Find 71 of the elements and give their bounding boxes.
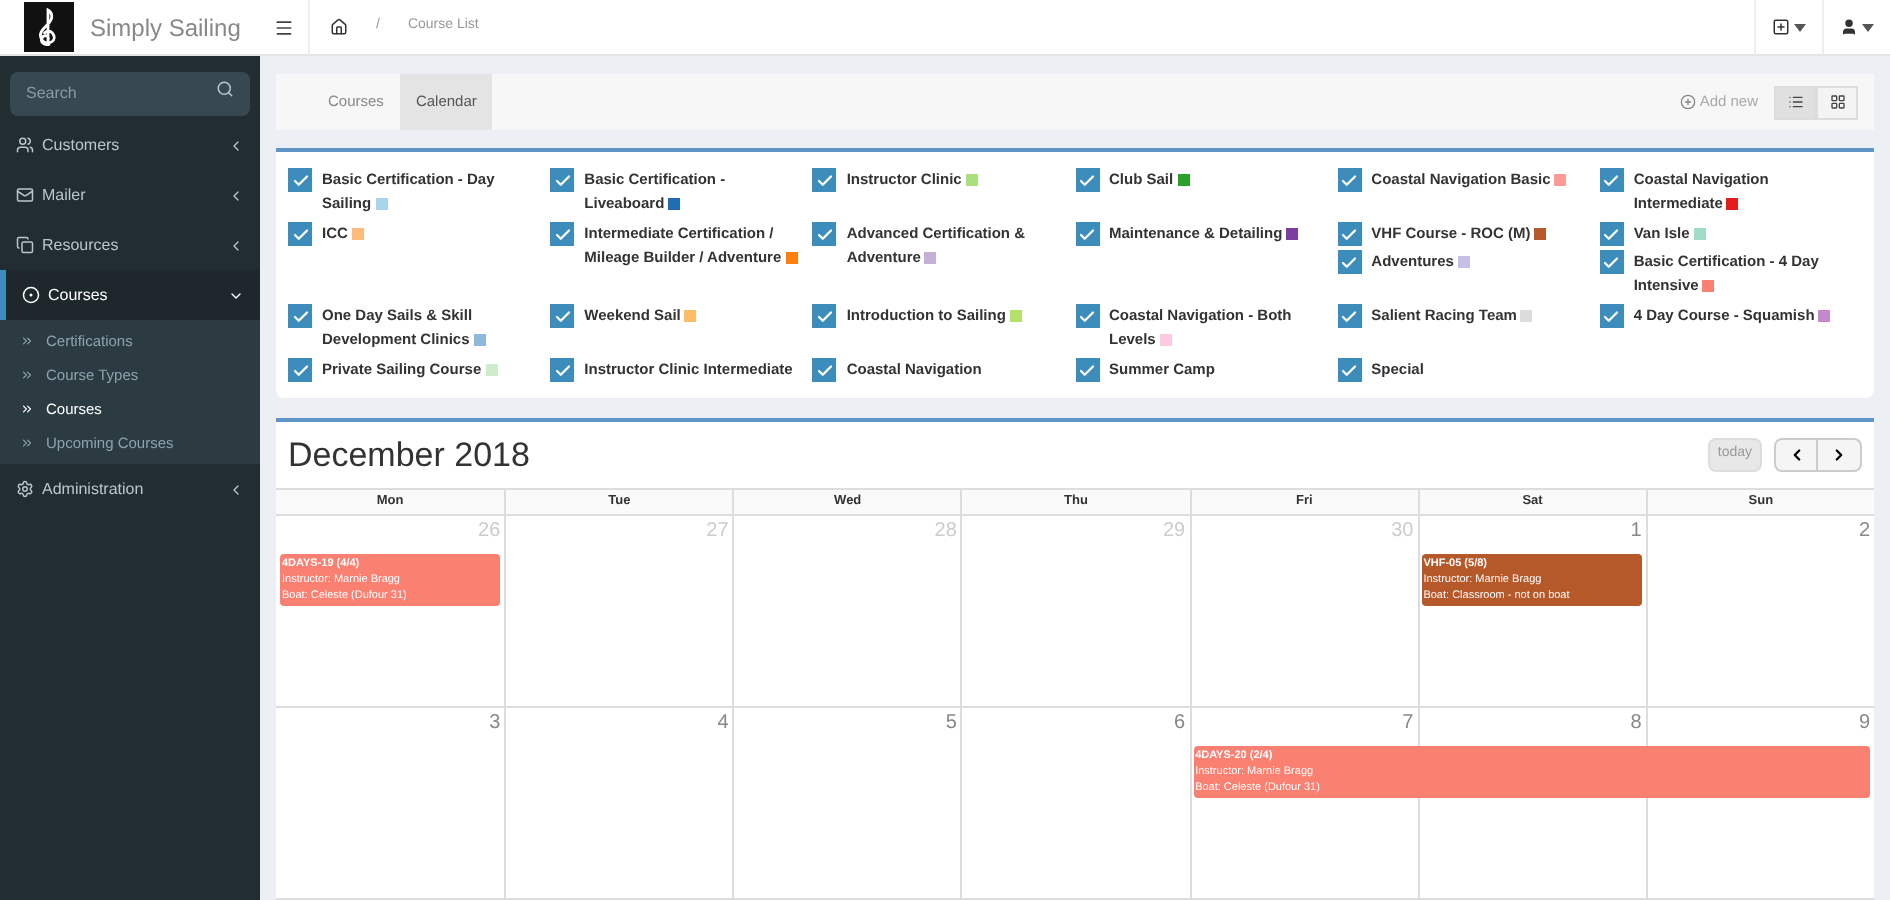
list-icon <box>1787 94 1803 110</box>
previous-button[interactable] <box>1774 438 1818 472</box>
sidebar-item[interactable]: Courses <box>0 270 260 320</box>
checkbox[interactable] <box>812 358 837 382</box>
chevron-right-icon <box>1830 446 1848 464</box>
copy-icon <box>16 236 34 254</box>
plus-square-icon <box>1772 18 1790 36</box>
caret-icon <box>1862 23 1874 31</box>
checkbox[interactable] <box>1599 304 1624 328</box>
day-number: 2 <box>1858 518 1870 546</box>
checkbox[interactable] <box>550 358 575 382</box>
checkbox[interactable] <box>288 168 312 192</box>
gears-icon <box>16 480 34 498</box>
checkbox[interactable] <box>1075 304 1099 328</box>
checkbox[interactable] <box>288 222 312 246</box>
user-icon <box>1840 18 1858 36</box>
day-number: 6 <box>1174 710 1186 738</box>
users-icon <box>16 136 34 154</box>
sidebar-item[interactable]: Mailer <box>0 170 260 220</box>
checkbox[interactable] <box>550 304 575 328</box>
chevron-left-icon <box>228 187 244 203</box>
sidebar-item[interactable]: Customers <box>0 120 260 170</box>
envelope-icon <box>16 186 34 204</box>
checkbox[interactable] <box>1337 250 1362 274</box>
grid-view-button[interactable] <box>1816 85 1858 119</box>
double-chevron-icon <box>20 402 34 416</box>
grid-icon <box>1829 94 1845 110</box>
checkbox[interactable] <box>1337 304 1362 328</box>
checkbox[interactable] <box>812 222 837 246</box>
checkbox[interactable] <box>1337 358 1362 382</box>
sidebar-item[interactable]: Administration <box>0 464 260 514</box>
plus-circle-icon <box>1679 94 1696 110</box>
day-number: 7 <box>1402 710 1414 738</box>
checkbox[interactable] <box>288 358 312 382</box>
checkbox[interactable] <box>550 168 575 192</box>
menu-icon[interactable] <box>274 17 294 37</box>
checkbox[interactable] <box>1075 168 1099 192</box>
sidebar-item[interactable]: Resources <box>0 220 260 270</box>
day-number: 1 <box>1630 518 1642 546</box>
month-title: December 2018 <box>288 433 530 478</box>
caret-icon <box>1794 23 1806 31</box>
next-button[interactable] <box>1818 438 1862 472</box>
day-number: 9 <box>1858 710 1870 738</box>
search-icon[interactable] <box>216 79 234 97</box>
checkbox[interactable] <box>1337 222 1362 246</box>
search-field[interactable]: Search <box>10 71 250 115</box>
checkbox[interactable] <box>812 304 837 328</box>
checkbox[interactable] <box>1599 168 1624 192</box>
double-chevron-icon <box>20 334 34 348</box>
checkbox[interactable] <box>288 304 312 328</box>
list-view-button[interactable] <box>1774 85 1816 119</box>
checkbox[interactable] <box>1599 250 1624 274</box>
brand-name: Simply Sailing <box>90 11 241 45</box>
home-icon[interactable] <box>330 18 348 36</box>
checkbox[interactable] <box>812 168 837 192</box>
chevron-left-icon <box>228 237 244 253</box>
day-number: 8 <box>1630 710 1642 738</box>
checkbox[interactable] <box>1075 222 1099 246</box>
double-chevron-icon <box>20 368 34 382</box>
chevron-left-icon <box>228 481 244 497</box>
checkbox[interactable] <box>1599 222 1624 246</box>
checkbox[interactable] <box>1075 358 1099 382</box>
logo-icon[interactable] <box>24 2 74 52</box>
checkbox[interactable] <box>1337 168 1362 192</box>
day-number: 3 <box>489 710 501 738</box>
double-chevron-icon <box>20 436 34 450</box>
circle-dot-icon <box>22 286 40 304</box>
day-number: 5 <box>945 710 957 738</box>
checkbox[interactable] <box>550 222 575 246</box>
day-number: 4 <box>717 710 729 738</box>
chevron-left-icon <box>228 137 244 153</box>
